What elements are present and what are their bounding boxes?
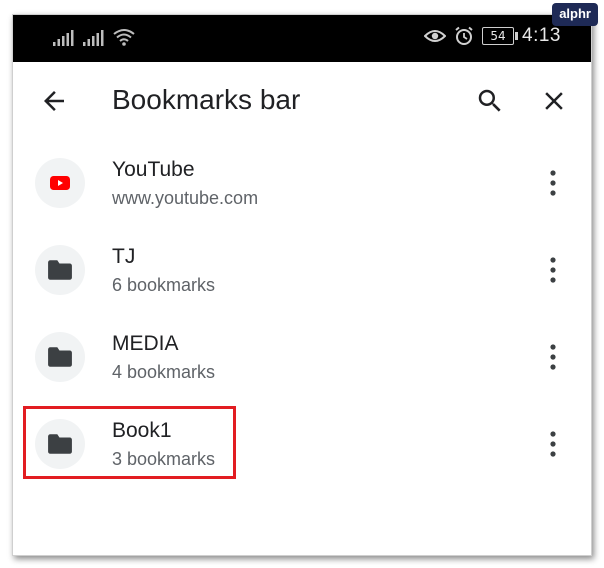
more-vert-icon[interactable] bbox=[541, 168, 565, 198]
avatar bbox=[35, 158, 85, 208]
signal-icon bbox=[83, 30, 104, 46]
bookmark-url: www.youtube.com bbox=[112, 188, 259, 208]
bookmark-title: MEDIA bbox=[112, 332, 179, 355]
close-icon[interactable] bbox=[539, 86, 569, 116]
signal-icon bbox=[53, 30, 74, 46]
avatar bbox=[35, 419, 85, 469]
avatar bbox=[35, 332, 85, 382]
status-left-icons bbox=[53, 28, 135, 46]
bookmark-count: 4 bookmarks bbox=[112, 362, 216, 382]
avatar bbox=[35, 245, 85, 295]
battery-icon: 54 bbox=[482, 27, 519, 45]
status-bar: 54 4:13 bbox=[13, 15, 591, 62]
list-item[interactable]: TJ 6 bookmarks bbox=[13, 227, 591, 314]
arrow-left-icon[interactable] bbox=[39, 86, 69, 116]
wifi-icon bbox=[113, 29, 135, 46]
more-vert-icon[interactable] bbox=[541, 255, 565, 285]
toolbar: Bookmarks bar bbox=[13, 62, 591, 140]
bookmark-title: TJ bbox=[112, 245, 136, 268]
folder-icon bbox=[48, 260, 72, 280]
bookmark-count: 6 bookmarks bbox=[112, 275, 216, 295]
status-time: 4:13 bbox=[522, 25, 561, 46]
page-title: Bookmarks bar bbox=[112, 84, 301, 115]
youtube-icon bbox=[50, 176, 70, 190]
bookmark-title: Book1 bbox=[112, 419, 172, 442]
phone-screen: 54 4:13 Bookmarks bar YouTube www.youtub… bbox=[12, 14, 592, 556]
list-item[interactable]: MEDIA 4 bookmarks bbox=[13, 314, 591, 401]
eye-icon bbox=[424, 30, 447, 42]
bookmark-count: 3 bookmarks bbox=[112, 449, 216, 469]
folder-icon bbox=[48, 434, 72, 454]
more-vert-icon[interactable] bbox=[541, 342, 565, 372]
more-vert-icon[interactable] bbox=[541, 429, 565, 459]
search-icon[interactable] bbox=[475, 86, 505, 116]
bookmark-title: YouTube bbox=[112, 158, 195, 181]
status-right-icons: 54 4:13 bbox=[424, 25, 561, 47]
list-item[interactable]: YouTube www.youtube.com bbox=[13, 140, 591, 227]
list-item[interactable]: Book1 3 bookmarks bbox=[13, 401, 591, 488]
alarm-icon bbox=[455, 26, 473, 45]
folder-icon bbox=[48, 347, 72, 367]
watermark-logo: alphr bbox=[552, 3, 598, 26]
